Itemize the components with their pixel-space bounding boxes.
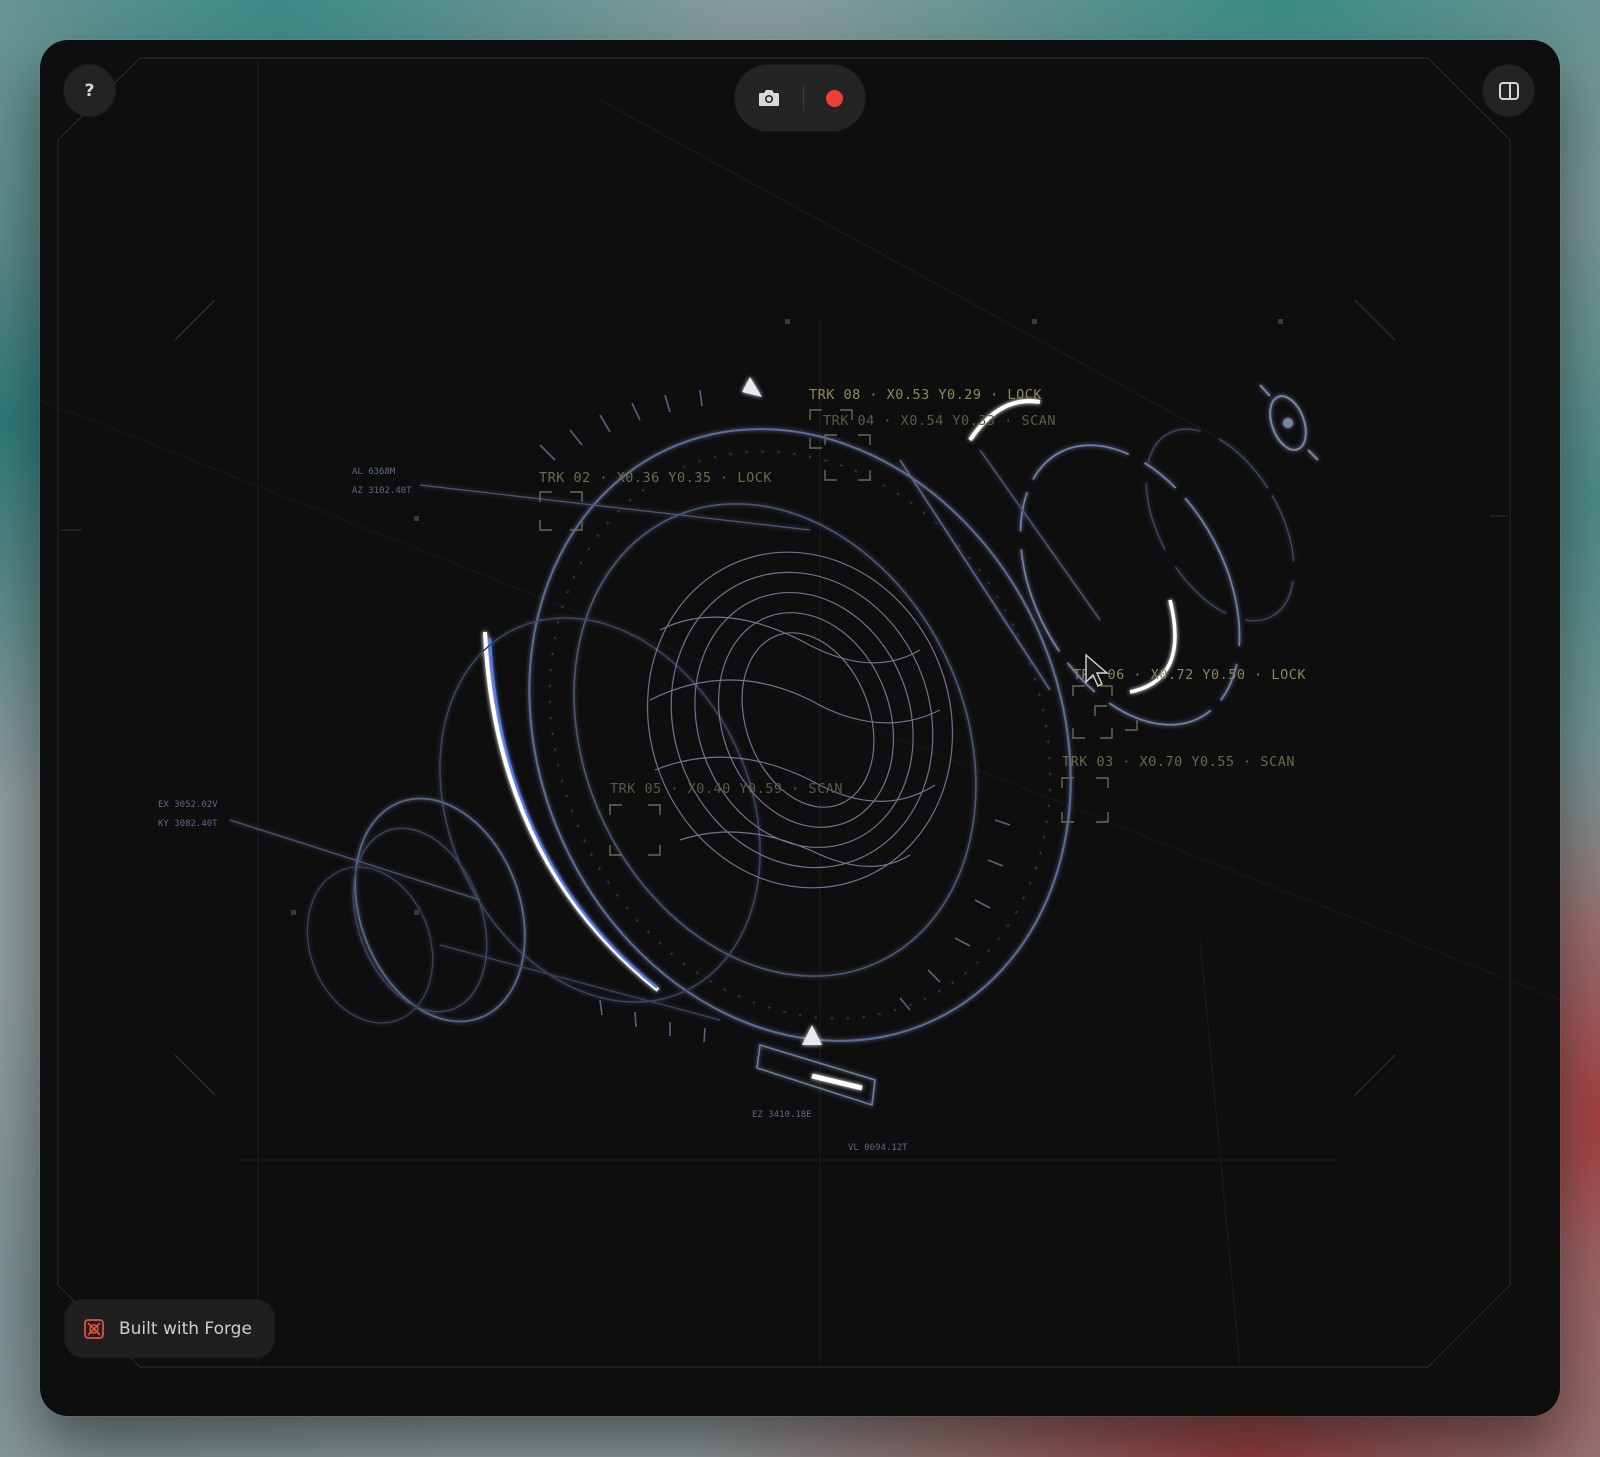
app-window: TRK 08 · X0.53 Y0.29 · LOCK TRK 04 · X0.… <box>40 40 1560 1416</box>
core-ring-assembly <box>229 399 1295 1042</box>
readout-ex: EX 3052.02V <box>158 800 218 810</box>
record-icon[interactable] <box>826 89 843 107</box>
camera-icon[interactable] <box>757 88 781 108</box>
built-with-forge-badge[interactable]: Built with Forge <box>65 1300 274 1357</box>
eye-glyph <box>1259 384 1319 461</box>
track-label-trk05: TRK 05 · X0.40 Y0.59 · SCAN <box>610 781 843 797</box>
forge-logo-icon <box>84 1318 104 1339</box>
readout-al: AL 6368M <box>352 467 396 477</box>
track-label-trk03: TRK 03 · X0.70 Y0.55 · SCAN <box>1062 754 1295 770</box>
grid-dots <box>291 319 1283 915</box>
readout-az: AZ 3102.40T <box>352 486 412 496</box>
toolbar-divider <box>803 85 804 111</box>
help-label: ? <box>84 80 95 101</box>
track-label-trk04: TRK 04 · X0.54 Y0.33 · SCAN <box>823 413 1056 429</box>
hud-scene: TRK 08 · X0.53 Y0.29 · LOCK TRK 04 · X0.… <box>40 57 1560 1368</box>
track-label-trk06: TRK 06 · X0.72 Y0.50 · LOCK <box>1073 667 1306 683</box>
panel-toggle-button[interactable] <box>1483 65 1534 116</box>
panel-toggle-icon <box>1498 81 1519 100</box>
badge-label: Built with Forge <box>119 1318 252 1339</box>
readout-ky: KY 3082.40T <box>158 819 218 829</box>
wireframe-core <box>646 551 954 889</box>
capture-toolbar <box>735 65 865 131</box>
track-label-trk02: TRK 02 · X0.36 Y0.35 · LOCK <box>539 470 772 486</box>
help-button[interactable]: ? <box>64 65 115 116</box>
track-label-trk08: TRK 08 · X0.53 Y0.29 · LOCK <box>809 387 1042 403</box>
readout-vl: VL 0694.12T <box>848 1143 908 1153</box>
readout-ez: EZ 3410.18E <box>752 1110 812 1120</box>
bottom-bar-element <box>756 1043 876 1107</box>
viewport-frame <box>40 57 1560 1368</box>
